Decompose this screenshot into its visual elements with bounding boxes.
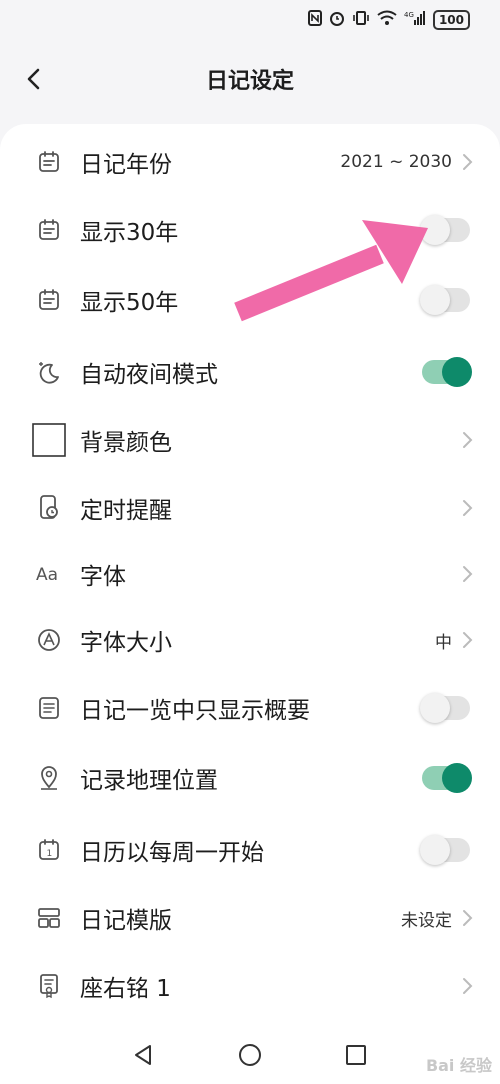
- alarm-status-icon: [329, 10, 345, 30]
- setting-label: 记录地理位置: [80, 768, 218, 794]
- moon-icon: [36, 359, 62, 385]
- system-nav-bar: Bai 经验: [0, 1024, 500, 1084]
- nav-home-button[interactable]: [235, 1040, 265, 1070]
- chevron-right-icon: [463, 432, 473, 448]
- setting-row-reminder[interactable]: 定时提醒: [0, 474, 500, 542]
- chevron-right-icon: [463, 154, 473, 170]
- font-icon: Aa: [36, 561, 66, 587]
- setting-value: 2021 ~ 2030: [340, 152, 452, 172]
- motto-icon: [36, 973, 62, 999]
- setting-label: 背景颜色: [80, 430, 172, 456]
- toggle-knob: [420, 693, 450, 723]
- setting-row-auto-night-mode: 自动夜间模式: [0, 338, 500, 406]
- setting-row-diary-years[interactable]: 日记年份 2021 ~ 2030: [0, 128, 500, 196]
- setting-row-summary-only: 日记一览中只显示概要: [0, 674, 500, 742]
- square-recents-icon: [346, 1045, 366, 1065]
- calendar-icon: [36, 149, 62, 175]
- location-icon: [36, 765, 62, 791]
- setting-label: 显示50年: [80, 290, 179, 316]
- setting-row-background-color[interactable]: 背景颜色: [0, 406, 500, 474]
- nfc-icon: [307, 10, 322, 30]
- chevron-right-icon: [463, 978, 473, 994]
- setting-label: 字体: [80, 564, 126, 590]
- svg-text:4G: 4G: [404, 11, 414, 19]
- setting-label: 座右铭 1: [80, 976, 171, 1002]
- toggle-knob: [442, 357, 472, 387]
- watermark: Bai 经验: [425, 1056, 492, 1075]
- week-starts-monday-toggle[interactable]: [420, 835, 470, 865]
- setting-label: 定时提醒: [80, 498, 172, 524]
- setting-label: 显示30年: [80, 220, 179, 246]
- setting-value: 未设定: [401, 910, 452, 931]
- status-bar: 4G 100: [0, 0, 500, 44]
- setting-label: 日记一览中只显示概要: [80, 698, 310, 724]
- setting-label: 日记年份: [80, 152, 172, 178]
- svg-text:Aa: Aa: [36, 565, 58, 585]
- back-button[interactable]: [18, 62, 48, 96]
- setting-row-record-location: 记录地理位置: [0, 744, 500, 812]
- nav-back-button[interactable]: [128, 1040, 158, 1070]
- setting-row-font[interactable]: Aa 字体: [0, 540, 500, 608]
- chevron-right-icon: [463, 632, 473, 648]
- signal-icon: 4G: [404, 10, 426, 30]
- svg-text:1: 1: [47, 849, 53, 859]
- chevron-left-icon: [27, 68, 40, 90]
- setting-label: 字体大小: [80, 630, 172, 656]
- status-icons: 4G 100: [307, 10, 470, 30]
- setting-row-motto[interactable]: 座右铭 1: [0, 952, 500, 1020]
- toggle-knob: [442, 763, 472, 793]
- record-location-toggle[interactable]: [422, 763, 472, 793]
- vibrate-icon: [352, 10, 370, 30]
- setting-label: 自动夜间模式: [80, 362, 218, 388]
- header: 日记设定: [0, 44, 500, 114]
- template-icon: [36, 905, 62, 931]
- setting-row-week-starts-monday: 1 日历以每周一开始: [0, 816, 500, 884]
- setting-row-font-size[interactable]: 字体大小 中: [0, 606, 500, 674]
- summary-only-toggle[interactable]: [420, 693, 470, 723]
- chevron-right-icon: [463, 910, 473, 926]
- wifi-icon: [377, 10, 397, 30]
- setting-value: 中: [435, 632, 452, 653]
- annotation-arrow-icon: [234, 220, 428, 322]
- toggle-knob: [420, 835, 450, 865]
- setting-label: 日记模版: [80, 908, 172, 934]
- alarm-icon: [36, 495, 62, 521]
- nav-recents-button[interactable]: [341, 1040, 371, 1070]
- battery-indicator: 100: [432, 10, 470, 30]
- calendar-icon: [36, 217, 62, 243]
- setting-label: 日历以每周一开始: [80, 840, 264, 866]
- calendar-icon: [36, 287, 62, 313]
- color-square-icon: [32, 423, 66, 457]
- calendar-week-icon: 1: [36, 837, 62, 863]
- page-title: 日记设定: [205, 69, 294, 94]
- list-icon: [36, 695, 62, 721]
- setting-row-diary-template[interactable]: 日记模版 未设定: [0, 884, 500, 952]
- triangle-back-icon: [135, 1045, 151, 1065]
- chevron-right-icon: [463, 566, 473, 582]
- font-size-icon: [36, 627, 62, 653]
- auto-night-mode-toggle[interactable]: [422, 357, 472, 387]
- circle-home-icon: [239, 1044, 261, 1066]
- chevron-right-icon: [463, 500, 473, 516]
